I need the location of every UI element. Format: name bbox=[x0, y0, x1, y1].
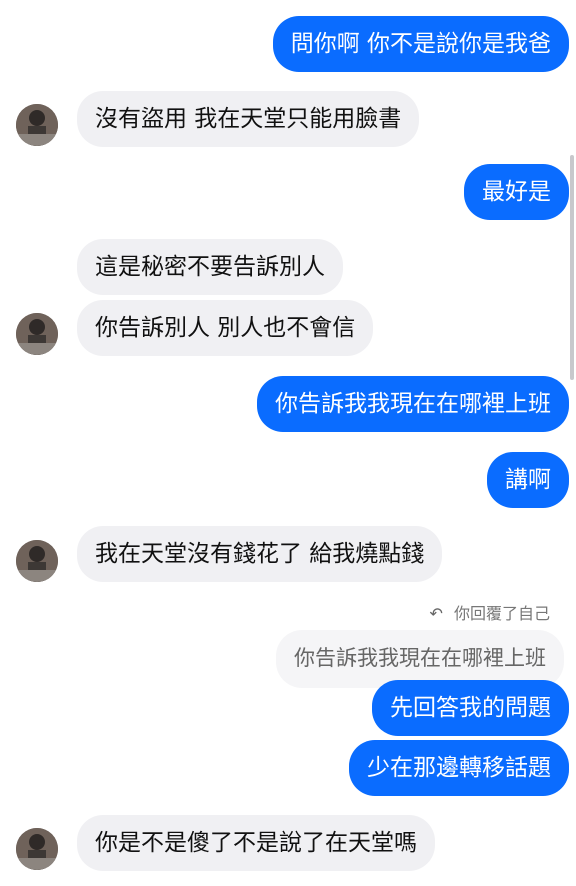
avatar-image bbox=[16, 104, 58, 146]
reply-arrow-icon: ↶ bbox=[429, 604, 443, 623]
avatar[interactable] bbox=[16, 104, 58, 146]
message-outgoing[interactable]: 最好是 bbox=[464, 164, 569, 220]
scrollbar[interactable] bbox=[570, 155, 574, 380]
avatar-image bbox=[16, 313, 58, 355]
message-outgoing[interactable]: 少在那邊轉移話題 bbox=[349, 740, 569, 796]
message-outgoing[interactable]: 先回答我的問題 bbox=[372, 680, 569, 736]
message-incoming[interactable]: 你告訴別人 別人也不會信 bbox=[77, 300, 374, 356]
reply-note-text: 你回覆了自己 bbox=[453, 604, 550, 623]
message-outgoing[interactable]: 講啊 bbox=[487, 452, 569, 508]
message-incoming[interactable]: 我在天堂沒有錢花了 給我燒點錢 bbox=[77, 526, 443, 582]
avatar[interactable] bbox=[16, 313, 58, 355]
message-incoming[interactable]: 沒有盜用 我在天堂只能用臉書 bbox=[77, 91, 420, 147]
avatar-image bbox=[16, 540, 58, 582]
message-incoming[interactable]: 這是秘密不要告訴別人 bbox=[77, 239, 343, 295]
message-outgoing[interactable]: 你告訴我我現在在哪裡上班 bbox=[257, 376, 569, 432]
avatar[interactable] bbox=[16, 540, 58, 582]
avatar-image bbox=[16, 828, 58, 870]
chat-thread: 問你啊 你不是說你是我爸 沒有盜用 我在天堂只能用臉書 最好是 這是秘密不要告訴… bbox=[0, 0, 576, 886]
avatar[interactable] bbox=[16, 828, 58, 870]
reply-note: ↶ 你回覆了自己 bbox=[429, 600, 550, 624]
message-outgoing[interactable]: 問你啊 你不是說你是我爸 bbox=[272, 16, 569, 72]
message-incoming[interactable]: 你是不是傻了不是說了在天堂嗎 bbox=[77, 815, 435, 871]
